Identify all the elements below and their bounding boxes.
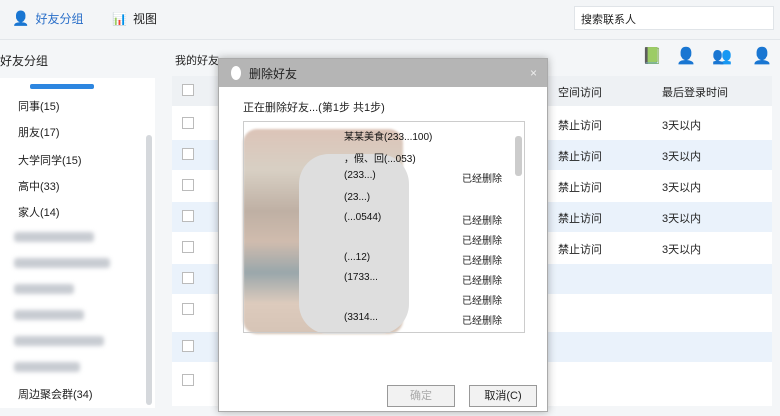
group-item[interactable]: 周边聚会群(34) bbox=[18, 386, 93, 402]
progress-text: 正在删除好友...(第1步 共1步) bbox=[243, 102, 385, 114]
list-scrollbar[interactable] bbox=[515, 136, 522, 176]
status-text: 已经删除 bbox=[462, 276, 502, 287]
column-header: 空间访问 bbox=[558, 87, 602, 99]
blurred-group[interactable] bbox=[14, 258, 110, 268]
sidebar-scrollbar[interactable] bbox=[146, 135, 152, 405]
close-icon[interactable]: × bbox=[530, 66, 537, 80]
user-icon: 👤 bbox=[12, 10, 30, 26]
tab-label: 好友分组 bbox=[35, 12, 84, 26]
blurred-group[interactable] bbox=[14, 284, 74, 294]
tab-label: 视图 bbox=[132, 12, 157, 26]
status-text: 已经删除 bbox=[462, 216, 502, 227]
last-login: 3天以内 bbox=[662, 213, 702, 225]
dialog-titlebar: 删除好友 × bbox=[219, 59, 547, 87]
list-item: (23...) bbox=[344, 192, 371, 203]
row-checkbox[interactable] bbox=[182, 241, 194, 253]
last-login: 3天以内 bbox=[662, 120, 702, 132]
deletion-list: 某某美食(233...100) ，假、回(...053) (233...) (2… bbox=[243, 121, 525, 333]
delete-user-icon[interactable]: 👤 bbox=[752, 46, 772, 66]
list-item: (233...) bbox=[344, 170, 376, 181]
top-toolbar: 👤 好友分组 📊 视图 搜索联系人 bbox=[0, 0, 780, 40]
app-logo-icon bbox=[231, 66, 241, 80]
add-user-icon[interactable]: 👤 bbox=[676, 46, 696, 66]
last-login: 3天以内 bbox=[662, 244, 702, 256]
list-item: (1733... bbox=[344, 272, 378, 283]
group-item[interactable]: 朋友(17) bbox=[18, 124, 60, 140]
status-text: 已经删除 bbox=[462, 296, 502, 307]
tab-view[interactable]: 📊 视图 bbox=[112, 10, 157, 27]
list-item: 某某美食(233...100) bbox=[344, 132, 433, 143]
list-item: ，假、回(...053) bbox=[344, 154, 416, 165]
group-item[interactable]: 高中(33) bbox=[18, 178, 60, 194]
list-item: (...12) bbox=[344, 252, 371, 263]
status-text: 已经删除 bbox=[462, 236, 502, 247]
space-access: 禁止访问 bbox=[558, 151, 602, 163]
tab-friend-groups[interactable]: 👤 好友分组 bbox=[12, 10, 83, 27]
status-text: 已经删除 bbox=[462, 316, 502, 327]
cancel-button[interactable]: 取消(C) bbox=[469, 385, 537, 407]
selected-indicator bbox=[30, 84, 94, 89]
blurred-group[interactable] bbox=[14, 336, 104, 346]
group-item[interactable]: 同事(15) bbox=[18, 98, 60, 114]
blurred-group[interactable] bbox=[14, 310, 84, 320]
blurred-group[interactable] bbox=[14, 362, 80, 372]
blurred-group[interactable] bbox=[14, 232, 94, 242]
row-checkbox[interactable] bbox=[182, 210, 194, 222]
status-text: 已经删除 bbox=[462, 174, 502, 185]
row-checkbox[interactable] bbox=[182, 374, 194, 386]
select-all-checkbox[interactable] bbox=[182, 84, 194, 96]
sidebar-title: 好友分组 bbox=[0, 54, 49, 68]
group-item[interactable]: 大学同学(15) bbox=[18, 152, 82, 168]
group-item[interactable]: 家人(14) bbox=[18, 204, 60, 220]
row-checkbox[interactable] bbox=[182, 272, 194, 284]
space-access: 禁止访问 bbox=[558, 120, 602, 132]
space-access: 禁止访问 bbox=[558, 244, 602, 256]
bar-chart-icon: 📊 bbox=[112, 11, 127, 26]
row-checkbox[interactable] bbox=[182, 340, 194, 352]
space-access: 禁止访问 bbox=[558, 213, 602, 225]
last-login: 3天以内 bbox=[662, 182, 702, 194]
sidebar: 同事(15) 朋友(17) 大学同学(15) 高中(33) 家人(14) 周边聚… bbox=[0, 78, 155, 408]
column-header: 最后登录时间 bbox=[662, 87, 728, 99]
list-item: (3314... bbox=[344, 312, 378, 323]
move-user-icon[interactable]: 👥 bbox=[712, 46, 732, 66]
last-login: 3天以内 bbox=[662, 151, 702, 163]
dialog-title: 删除好友 bbox=[249, 66, 298, 81]
list-item: (...0544) bbox=[344, 212, 382, 223]
row-checkbox[interactable] bbox=[182, 117, 194, 129]
space-access: 禁止访问 bbox=[558, 182, 602, 194]
row-checkbox[interactable] bbox=[182, 303, 194, 315]
export-icon[interactable]: 📗 bbox=[642, 46, 662, 66]
row-checkbox[interactable] bbox=[182, 179, 194, 191]
ok-button[interactable]: 确定 bbox=[387, 385, 455, 407]
row-checkbox[interactable] bbox=[182, 148, 194, 160]
delete-friends-dialog: 删除好友 × 正在删除好友...(第1步 共1步) 某某美食(233...100)… bbox=[218, 58, 548, 412]
status-text: 已经删除 bbox=[462, 256, 502, 267]
search-input[interactable]: 搜索联系人 bbox=[574, 6, 774, 30]
